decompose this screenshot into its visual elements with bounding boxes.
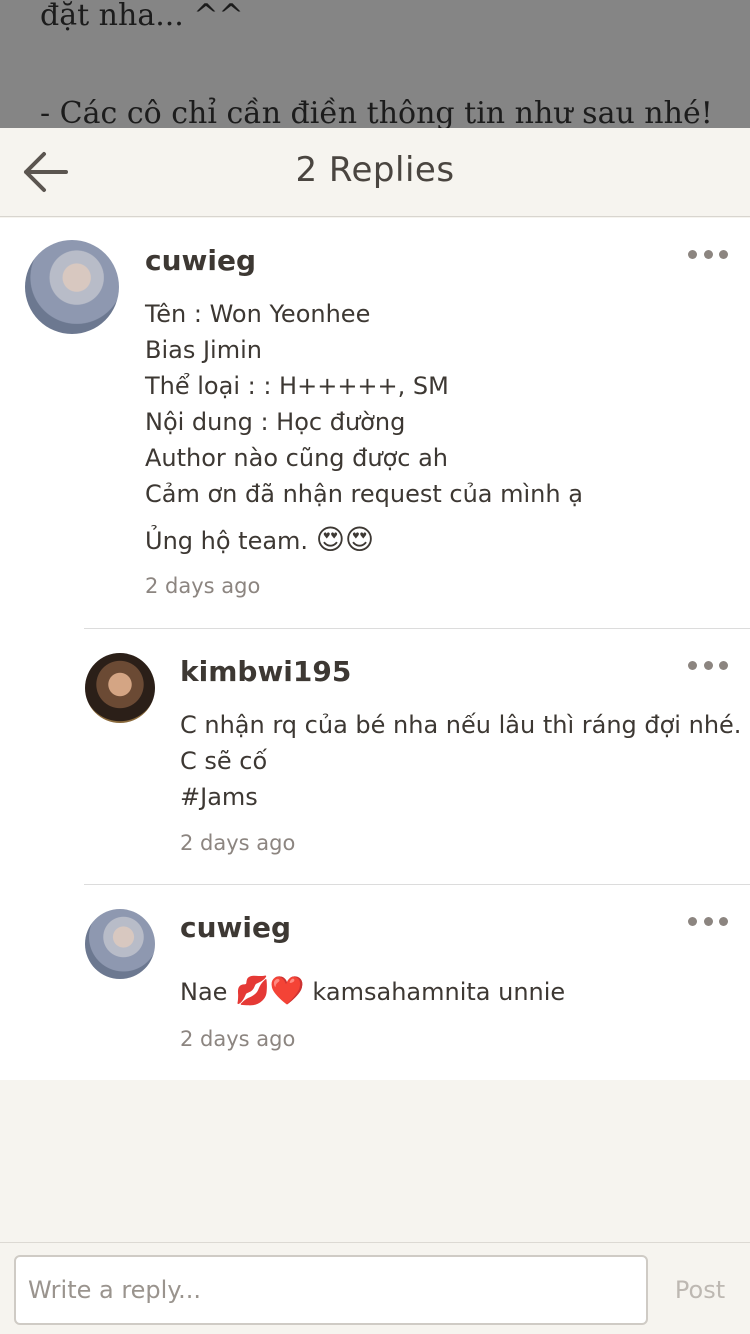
replies-list: cuwieg Tên : Won Yeonhee Bias Jimin Thể … [0, 218, 750, 1080]
reply-text-line: Author nào cũng được ah [145, 444, 449, 472]
reply-item: cuwieg Tên : Won Yeonhee Bias Jimin Thể … [0, 218, 750, 628]
more-options-icon[interactable] [688, 244, 728, 264]
reply-text-line: C nhận rq của bé nha nếu lâu thì ráng đợ… [180, 711, 742, 739]
reply-composer: Post [0, 1242, 750, 1334]
kiss-heart-emoji: 💋❤️ [235, 974, 305, 1007]
username[interactable]: kimbwi195 [180, 655, 351, 688]
avatar[interactable] [85, 653, 155, 723]
replies-header: 2 Replies [0, 128, 750, 217]
reply-text-line: #Jams [180, 783, 258, 811]
more-options-icon[interactable] [688, 655, 728, 675]
reply-body: Nae 💋❤️ kamsahamnita unnie [180, 963, 565, 1016]
reply-body: Tên : Won Yeonhee Bias Jimin Thể loại : … [145, 296, 583, 565]
reply-text: Ủng hộ team. [145, 527, 316, 555]
username[interactable]: cuwieg [180, 911, 291, 944]
reply-input[interactable] [14, 1255, 648, 1325]
avatar[interactable] [85, 909, 155, 979]
reply-text-line: Cảm ơn đã nhận request của mình ạ [145, 480, 583, 508]
reply-body: C nhận rq của bé nha nếu lâu thì ráng đợ… [180, 707, 741, 815]
heart-eyes-emoji: 😍😍 [315, 523, 375, 556]
reply-text-line: Ủng hộ team. 😍😍 [145, 516, 583, 565]
reply-text-line: Nae 💋❤️ kamsahamnita unnie [180, 967, 565, 1016]
reply-text-line: Tên : Won Yeonhee [145, 300, 371, 328]
timestamp: 2 days ago [180, 1027, 296, 1051]
reply-item: kimbwi195 C nhận rq của bé nha nếu lâu t… [84, 628, 750, 884]
page-title: 2 Replies [295, 150, 455, 190]
timestamp: 2 days ago [180, 831, 296, 855]
post-button[interactable]: Post [660, 1255, 740, 1325]
story-text-line: - Các cô chỉ cần điền thông tin như sau … [40, 96, 713, 128]
reply-text-line: Bias Jimin [145, 336, 262, 364]
reply-text: Nae [180, 978, 236, 1006]
reply-text-line: C sẽ cố [180, 747, 268, 775]
username[interactable]: cuwieg [145, 244, 256, 277]
reply-text-line: Thể loại : : H+++++, SM [145, 372, 449, 400]
story-text-line: đặt nha... ^^ [40, 0, 244, 33]
reply-text: kamsahamnita unnie [304, 978, 566, 1006]
timestamp: 2 days ago [145, 574, 261, 598]
background-story: đặt nha... ^^ - Các cô chỉ cần điền thôn… [0, 0, 750, 128]
avatar[interactable] [25, 240, 119, 334]
reply-item: cuwieg Nae 💋❤️ kamsahamnita unnie 2 days… [84, 884, 750, 1080]
reply-text-line: Nội dung : Học đường [145, 408, 406, 436]
more-options-icon[interactable] [688, 911, 728, 931]
